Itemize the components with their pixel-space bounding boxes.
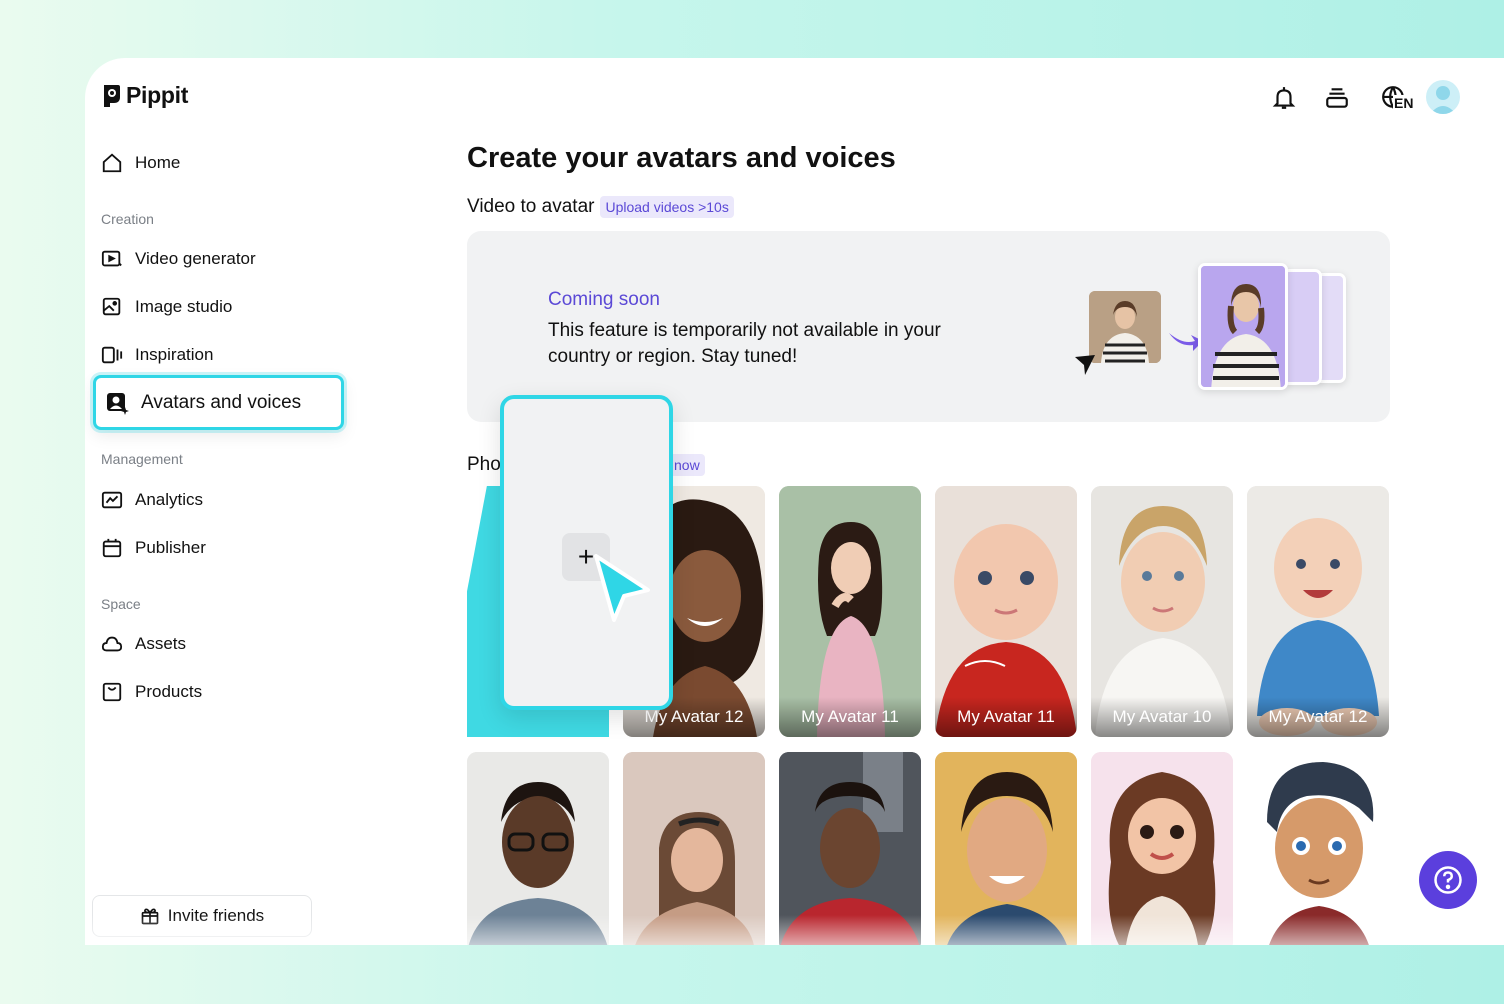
brand-name: Pippit bbox=[126, 82, 189, 108]
photo-to-avatar-heading: Pho now bbox=[467, 454, 705, 476]
upload-requirement-tag: Upload videos >10s bbox=[600, 196, 734, 218]
person-illustration bbox=[1089, 291, 1161, 363]
credits-button[interactable] bbox=[1322, 83, 1352, 113]
sidebar-item-image-studio[interactable]: Image studio bbox=[101, 293, 232, 321]
avatar-card[interactable]: My Avatar 11 bbox=[935, 486, 1077, 737]
section-title: Video to avatar bbox=[467, 196, 595, 217]
question-icon bbox=[1434, 866, 1462, 894]
inspiration-icon bbox=[101, 346, 123, 364]
image-studio-icon bbox=[102, 297, 121, 316]
avatar-card[interactable]: My Avatar 10 bbox=[1091, 486, 1233, 737]
sidebar-item-analytics[interactable]: Analytics bbox=[101, 486, 203, 514]
sidebar-item-home[interactable]: Home bbox=[101, 149, 180, 177]
pippit-logo-icon bbox=[104, 84, 120, 107]
avatar-card[interactable]: My Avatar 11 bbox=[779, 486, 921, 737]
avatar-card[interactable]: My Avatar 12 bbox=[1247, 486, 1389, 737]
avatar-name: My Avatar 12 bbox=[1247, 697, 1389, 737]
avatar-icon bbox=[107, 392, 129, 415]
sidebar-item-label: Inspiration bbox=[135, 345, 214, 364]
user-avatar[interactable] bbox=[1426, 80, 1460, 114]
page-title: Create your avatars and voices bbox=[467, 142, 896, 174]
language-code: EN bbox=[1393, 95, 1415, 111]
cursor-arrow-icon bbox=[1075, 355, 1095, 375]
sidebar-item-label: Image studio bbox=[135, 297, 233, 316]
availability-notice: This feature is temporarily not availabl… bbox=[548, 320, 941, 367]
home-icon bbox=[102, 153, 122, 173]
coming-soon-label: Coming soon bbox=[548, 289, 660, 310]
avatar-name: My Avatar 10 bbox=[1091, 697, 1233, 737]
sidebar-item-video-generator[interactable]: Video generator bbox=[101, 245, 256, 273]
bell-icon bbox=[1272, 87, 1296, 109]
sidebar-item-label: Home bbox=[135, 153, 181, 172]
help-button[interactable] bbox=[1419, 851, 1477, 909]
cloud-icon bbox=[101, 636, 123, 652]
video-generator-icon bbox=[101, 250, 122, 267]
section-title: Pho bbox=[467, 454, 501, 475]
sidebar-item-label: Assets bbox=[135, 634, 187, 653]
sidebar-item-publisher[interactable]: Publisher bbox=[101, 534, 206, 562]
user-icon bbox=[1430, 86, 1456, 114]
sidebar-item-assets[interactable]: Assets bbox=[101, 630, 186, 658]
notification-button[interactable] bbox=[1269, 83, 1299, 113]
sidebar-item-avatars-and-voices[interactable]: Avatars and voices bbox=[93, 375, 344, 430]
video-to-avatar-heading: Video to avatar Upload videos >10s bbox=[467, 196, 734, 218]
avatar-person-illustration bbox=[1201, 266, 1285, 387]
calendar-icon bbox=[102, 538, 122, 558]
analytics-icon bbox=[101, 491, 123, 509]
photo-tag: now bbox=[669, 454, 705, 476]
result-card-middle bbox=[1282, 269, 1322, 385]
sidebar-item-label: Avatars and voices bbox=[141, 391, 302, 413]
result-avatar-card bbox=[1198, 263, 1288, 390]
sidebar-item-label: Publisher bbox=[135, 538, 206, 557]
avatar-name: My Avatar 11 bbox=[935, 697, 1077, 737]
section-label-creation: Creation bbox=[101, 211, 154, 227]
cursor-pointer-icon bbox=[594, 554, 650, 622]
sidebar-item-inspiration[interactable]: Inspiration bbox=[101, 341, 213, 369]
upload-photo-card[interactable]: + bbox=[500, 395, 673, 710]
sidebar-item-label: Products bbox=[135, 682, 203, 701]
app-window: Pippit Home Creation Video generator Ima… bbox=[85, 58, 1504, 945]
brand-logo[interactable]: Pippit bbox=[101, 82, 188, 109]
section-label-management: Management bbox=[101, 451, 183, 467]
avatar-name: My Avatar 11 bbox=[779, 697, 921, 737]
source-video-thumbnail bbox=[1089, 291, 1161, 363]
sidebar-item-label: Video generator bbox=[135, 249, 256, 268]
product-box-icon bbox=[102, 682, 122, 702]
sidebar-item-label: Analytics bbox=[135, 490, 204, 509]
language-button[interactable]: EN bbox=[1375, 83, 1415, 113]
coming-soon-banner: Coming soon This feature is temporarily … bbox=[467, 231, 1390, 422]
stack-icon bbox=[1326, 88, 1348, 108]
section-label-space: Space bbox=[101, 596, 141, 612]
scroll-fade bbox=[85, 915, 1504, 945]
sidebar-item-products[interactable]: Products bbox=[101, 678, 202, 706]
